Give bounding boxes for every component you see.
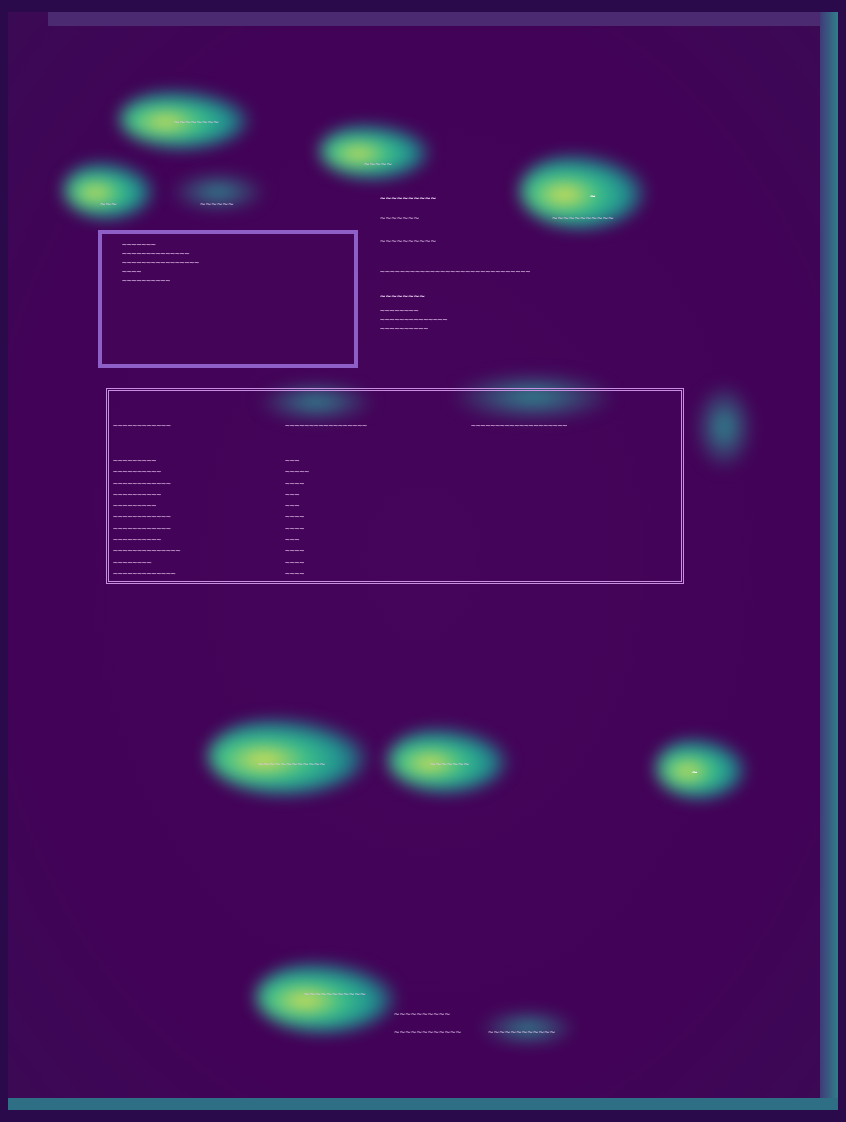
footer-line2a: ~~~~~~~~~~~~ — [394, 1028, 462, 1038]
table-cell: ~~~~ — [285, 568, 305, 578]
table-header-3: ~~~~~~~~~~~~~~~~~~~~ — [471, 421, 568, 430]
highlight-blob-side — [694, 382, 754, 472]
table-header-2: ~~~~~~~~~~~~~~~~~ — [285, 421, 367, 430]
highlight-blob-sign-left — [208, 718, 368, 794]
form-subtitle: ~~~~~ — [364, 160, 393, 170]
table-cell: ~~~~ — [285, 546, 305, 556]
contact-line: ~~~~~~~~~~~~~~ — [380, 315, 448, 324]
table-header-1: ~~~~~~~~~~~~ — [113, 421, 171, 430]
address-line: ~~~~~~~ — [122, 240, 156, 249]
footer-line1: ~~~~~~~~~~ — [394, 1010, 451, 1020]
table-cell: ~~~~ — [285, 557, 305, 567]
contact-line: ~~~~~~~~ — [380, 306, 419, 315]
field-mid-long: ~~~~~~~~~~~~~~~~~~~~~~~~~~~~~~ — [380, 267, 531, 276]
table-cell: ~~~~~~~~~~ — [113, 467, 162, 477]
table-column-1: ~~~~~~~~~ ~~~~~~~~~~ ~~~~~~~~~~~~ ~~~~~~… — [113, 455, 180, 579]
table-cell: ~~~~~~~~ — [113, 557, 152, 567]
table-cell: ~~~~~~~~~ — [113, 501, 157, 511]
page-edge-bottom — [8, 1098, 838, 1110]
table-column-2: ~~~ ~~~~~ ~~~~ ~~~ ~~~ ~~~~ ~~~~ ~~~ ~~~… — [285, 455, 309, 579]
table-cell: ~~~~~~~~~ — [113, 456, 157, 465]
signature-right: ~ — [692, 768, 698, 778]
footer-stamp: ~~~~~~~~~~~ — [304, 990, 366, 1000]
field-left-a: ~~~ — [100, 200, 117, 210]
table-cell: ~~~~~~~~~~~~~~ — [113, 546, 181, 556]
form-title: ~~~~~~~~ — [174, 118, 219, 128]
page-edge-right — [820, 12, 838, 1110]
field-right-value: ~~~~~~~~~~~ — [552, 214, 614, 224]
address-line: ~~~~~~~~~~~~~~~~ — [122, 258, 200, 267]
field-left-b: ~~~~~~ — [200, 200, 234, 210]
table-cell: ~~~~ — [285, 512, 305, 522]
items-table: ~~~~~~~~~~~~ ~~~~~~~~~~~~~~~~~ ~~~~~~~~~… — [106, 388, 684, 584]
table-cell: ~~~~~~~~~~~~ — [113, 523, 171, 533]
contact-block: ~~~~~~~~ ~~~~~~~~~~~~~~ ~~~~~~~~~~ — [380, 306, 447, 333]
highlight-blob-sign-right — [656, 738, 746, 798]
field-mid-label: ~~~~~~~~~~ — [380, 194, 437, 204]
table-cell: ~~~~~~~~~~ — [113, 535, 162, 545]
table-cell: ~~~~~~~~~~~~ — [113, 512, 171, 522]
field-mid-value: ~~~~~~~ — [380, 214, 420, 224]
address-line: ~~~~ — [122, 267, 142, 276]
field-right-mark: ~ — [590, 192, 596, 202]
table-cell: ~~~~~ — [285, 467, 310, 477]
document-page: ~~~~~~~~ ~~~~~ ~~~ ~~~~~~ ~~~~~~~~~~ ~~~… — [8, 12, 838, 1110]
footer-line2b: ~~~~~~~~~~~~ — [488, 1028, 556, 1038]
table-cell: ~~~~ — [285, 478, 305, 488]
address-box: ~~~~~~~ ~~~~~~~~~~~~~~ ~~~~~~~~~~~~~~~~ … — [98, 230, 358, 368]
field-mid-value2: ~~~~~~~~~~ — [380, 237, 437, 247]
table-cell: ~~~ — [285, 489, 300, 499]
table-cell: ~~~ — [285, 501, 300, 511]
address-line: ~~~~~~~~~~ — [122, 276, 171, 285]
table-cell: ~~~ — [285, 456, 300, 465]
table-cell: ~~~~~~~~~~ — [113, 489, 162, 499]
signature-mid: ~~~~~~~ — [430, 760, 470, 770]
address-line: ~~~~~~~~~~~~~~ — [122, 249, 190, 258]
table-cell: ~~~~~~~~~~~~ — [113, 478, 171, 488]
contact-line: ~~~~~~~~~~ — [380, 324, 429, 333]
contact-heading: ~~~~~~~~ — [380, 292, 425, 302]
table-cell: ~~~~ — [285, 523, 305, 533]
page-edge-top — [48, 12, 838, 26]
signature-left: ~~~~~~~~~~~~ — [258, 760, 326, 770]
table-cell: ~~~ — [285, 535, 300, 545]
table-cell: ~~~~~~~~~~~~~ — [113, 568, 176, 578]
